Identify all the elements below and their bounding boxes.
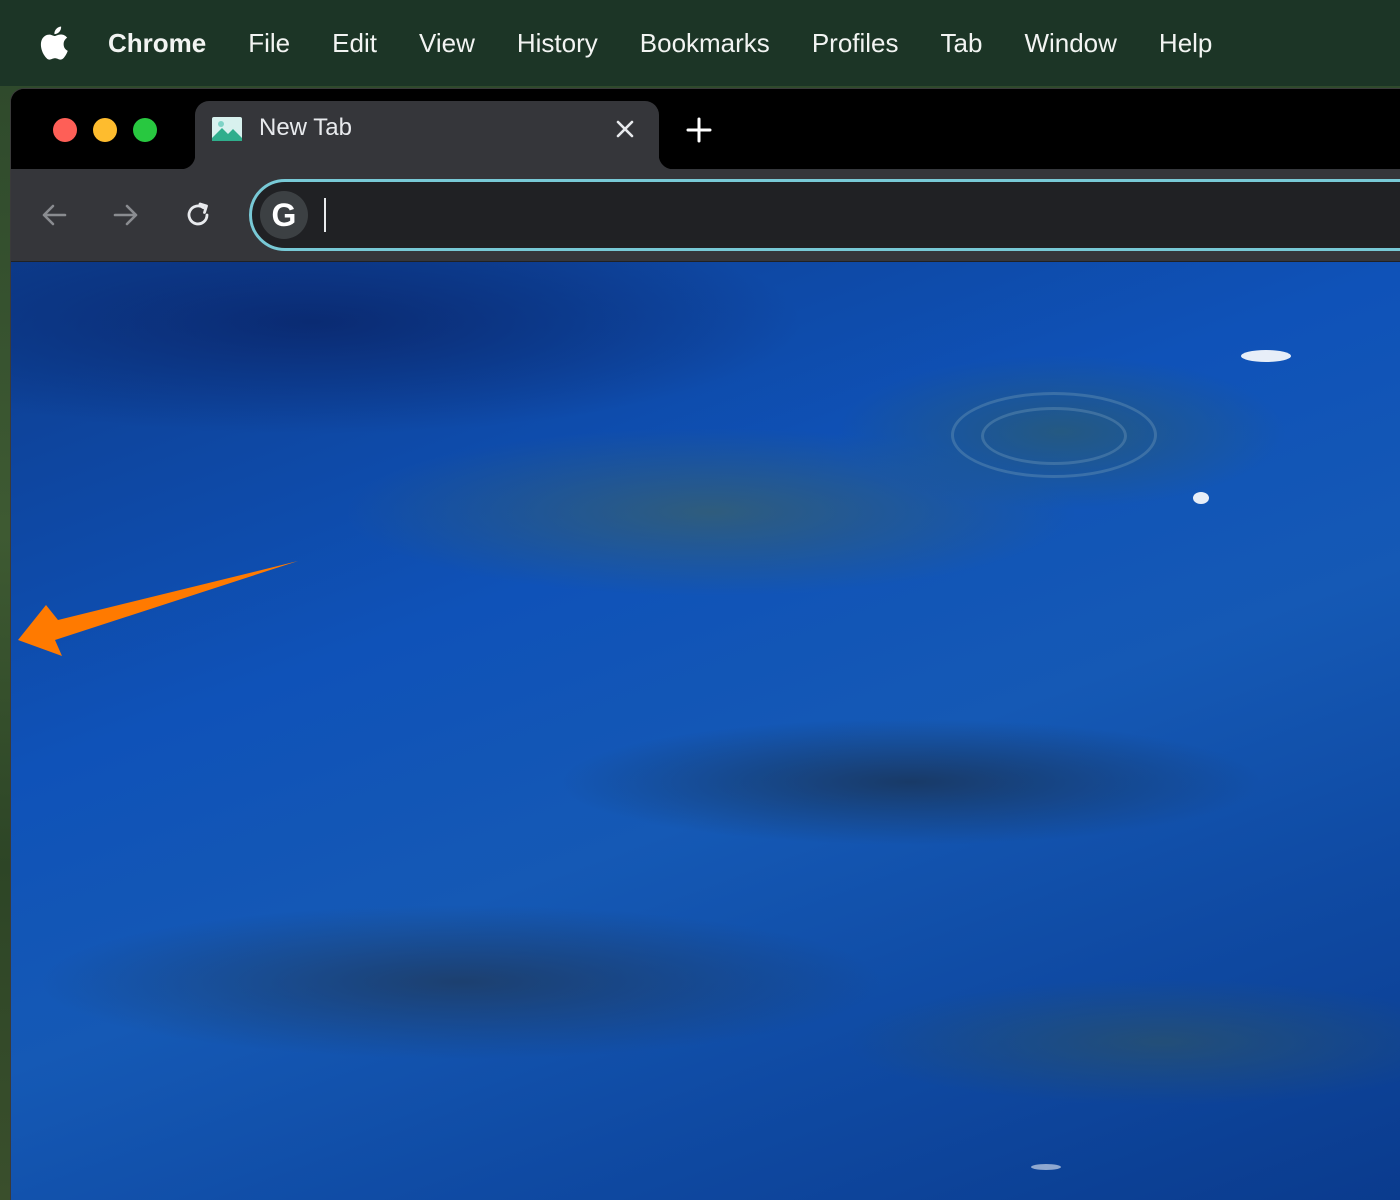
water-ripple [981,407,1127,465]
menu-file[interactable]: File [248,28,290,59]
menu-view[interactable]: View [419,28,475,59]
window-zoom-button[interactable] [133,118,157,142]
tab-title: New Tab [259,114,352,141]
browser-window: New Tab G [10,88,1400,1200]
search-engine-letter: G [271,197,297,233]
water-glint [1241,350,1291,362]
tab-strip: New Tab [11,89,1400,169]
arrow-right-icon[interactable] [111,200,141,230]
menu-tab[interactable]: Tab [941,28,983,59]
text-cursor [324,198,326,232]
window-minimize-button[interactable] [93,118,117,142]
water-glint [1193,492,1209,504]
window-close-button[interactable] [53,118,77,142]
reload-icon[interactable] [183,200,213,230]
water-glint [1031,1164,1061,1170]
landscape-image-icon [212,117,242,141]
tab-new-tab[interactable]: New Tab [195,101,659,169]
menu-profiles[interactable]: Profiles [812,28,899,59]
new-tab-background-image [11,262,1400,1200]
menu-bar: Chrome File Edit View History Bookmarks … [0,0,1400,86]
search-engine-icon: G [260,191,308,239]
menu-history[interactable]: History [517,28,598,59]
menu-app-name[interactable]: Chrome [108,28,206,59]
arrow-left-icon[interactable] [39,200,69,230]
address-bar[interactable]: G [249,179,1400,251]
menu-window[interactable]: Window [1024,28,1116,59]
menu-edit[interactable]: Edit [332,28,377,59]
apple-logo-icon[interactable] [39,26,69,60]
address-input[interactable] [330,194,1384,236]
toolbar: G [11,169,1400,262]
plus-icon[interactable] [685,116,713,144]
menu-help[interactable]: Help [1159,28,1212,59]
close-icon[interactable] [613,117,637,141]
menu-bookmarks[interactable]: Bookmarks [640,28,770,59]
